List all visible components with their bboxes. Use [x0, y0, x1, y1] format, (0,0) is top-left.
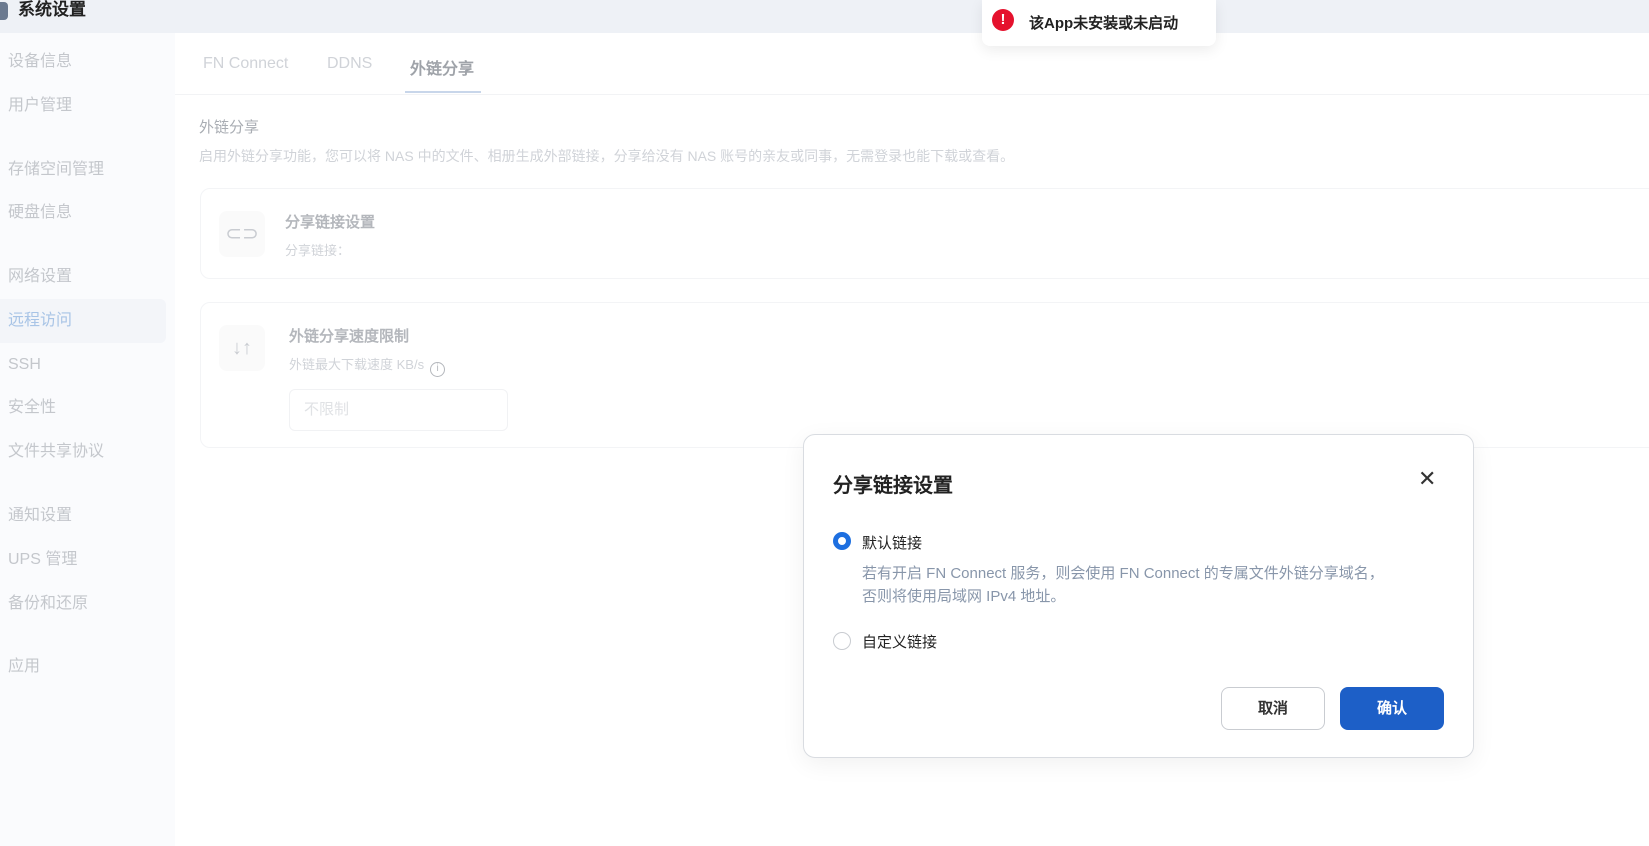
sidebar-item-remote-access[interactable]: 远程访问: [0, 299, 166, 343]
radio-default-link[interactable]: [833, 532, 851, 550]
option-description: 若有开启 FN Connect 服务，则会使用 FN Connect 的专属文件…: [862, 562, 1384, 608]
section-description: 启用外链分享功能，您可以将 NAS 中的文件、相册生成外部链接，分享给没有 NA…: [199, 148, 1015, 164]
desc-line: 否则将使用局域网 IPv4 地址。: [862, 588, 1066, 605]
option-label[interactable]: 默认链接: [862, 532, 922, 553]
speed-label: 外链最大下载速度 KB/s: [289, 357, 425, 372]
desc-line: 若有开启 FN Connect 服务，则会使用 FN Connect 的专属文件…: [862, 565, 1384, 582]
tab-external-share[interactable]: 外链分享: [410, 55, 474, 79]
sidebar-item-network[interactable]: 网络设置: [8, 267, 72, 287]
card-subtitle: 分享链接：: [285, 243, 351, 258]
share-link-card[interactable]: ⊂⊃ 分享链接设置 分享链接：: [200, 188, 1649, 279]
window-title: 系统设置: [18, 0, 86, 19]
sidebar-item-device-info[interactable]: 设备信息: [8, 52, 72, 72]
speed-limit-card: ↓↑ 外链分享速度限制 外链最大下载速度 KB/s i 不限制: [200, 302, 1649, 448]
sidebar-item-notifications[interactable]: 通知设置: [8, 506, 72, 526]
card-subtitle: 外链最大下载速度 KB/s i: [289, 354, 446, 377]
sidebar-item-disks[interactable]: 硬盘信息: [8, 203, 72, 223]
confirm-button[interactable]: 确认: [1340, 687, 1444, 730]
info-icon[interactable]: i: [430, 362, 446, 377]
active-tab-indicator: [405, 91, 481, 93]
toast-message: 该App未安装或未启动: [1029, 15, 1179, 32]
divider: [175, 94, 1649, 95]
radio-custom-link[interactable]: [833, 632, 851, 650]
sidebar-item-security[interactable]: 安全性: [8, 398, 56, 418]
app-icon: [0, 2, 8, 20]
sidebar-item-ssh[interactable]: SSH: [8, 355, 41, 375]
error-icon: !: [992, 9, 1014, 31]
sidebar: 设备信息 用户管理 存储空间管理 硬盘信息 网络设置 远程访问 SSH 安全性 …: [0, 33, 175, 846]
transfer-arrows-icon: ↓↑: [219, 325, 265, 371]
card-title: 外链分享速度限制: [289, 328, 410, 345]
sidebar-item-storage[interactable]: 存储空间管理: [8, 160, 104, 180]
title-bar: 系统设置: [0, 0, 1649, 33]
sidebar-item-backup[interactable]: 备份和还原: [8, 594, 88, 614]
tab-ddns[interactable]: DDNS: [327, 55, 372, 73]
tab-fn-connect[interactable]: FN Connect: [203, 55, 288, 73]
error-toast: ! 该App未安装或未启动: [982, 0, 1216, 46]
close-icon[interactable]: ✕: [1418, 467, 1436, 491]
link-icon: ⊂⊃: [219, 211, 265, 257]
card-title: 分享链接设置: [285, 214, 376, 231]
sidebar-item-apps[interactable]: 应用: [8, 657, 40, 677]
section-title: 外链分享: [199, 119, 260, 136]
sidebar-item-file-sharing[interactable]: 文件共享协议: [8, 442, 104, 462]
share-link-settings-dialog: 分享链接设置 ✕ 默认链接 若有开启 FN Connect 服务，则会使用 FN…: [803, 434, 1474, 758]
dialog-title: 分享链接设置: [833, 475, 953, 497]
sidebar-item-ups[interactable]: UPS 管理: [8, 550, 77, 570]
option-label[interactable]: 自定义链接: [862, 631, 937, 652]
sidebar-item-users[interactable]: 用户管理: [8, 96, 72, 116]
cancel-button[interactable]: 取消: [1221, 687, 1325, 730]
speed-limit-input[interactable]: 不限制: [289, 389, 508, 431]
